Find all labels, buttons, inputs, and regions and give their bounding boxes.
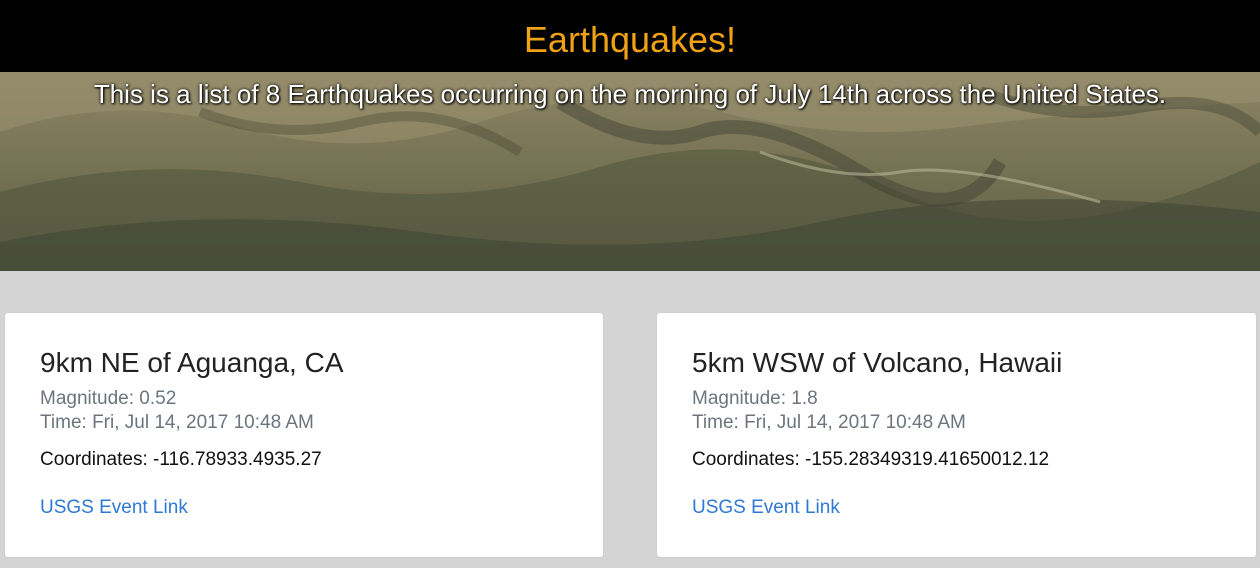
earthquake-time: Time: Fri, Jul 14, 2017 10:48 AM (40, 412, 314, 433)
earthquake-magnitude: Magnitude: 1.8 (692, 388, 818, 409)
earthquake-time: Time: Fri, Jul 14, 2017 10:48 AM (692, 412, 966, 433)
usgs-event-link[interactable]: USGS Event Link (692, 497, 840, 519)
page-title: Earthquakes! (523, 19, 737, 60)
earthquake-card: 5km WSW of Volcano, Hawaii Magnitude: 1.… (656, 312, 1257, 558)
earthquake-card: 9km NE of Aguanga, CA Magnitude: 0.52 Ti… (4, 312, 604, 558)
earthquake-location: 9km NE of Aguanga, CA (40, 347, 344, 378)
page-subtitle: This is a list of 8 Earthquakes occurrin… (93, 79, 1167, 109)
earthquake-magnitude: Magnitude: 0.52 (40, 388, 177, 409)
earthquake-location: 5km WSW of Volcano, Hawaii (692, 347, 1063, 378)
usgs-event-link[interactable]: USGS Event Link (40, 497, 188, 519)
earthquake-coordinates: Coordinates: -155.28349319.41650012.12 (692, 449, 1050, 470)
earthquake-coordinates: Coordinates: -116.78933.4935.27 (40, 449, 322, 470)
